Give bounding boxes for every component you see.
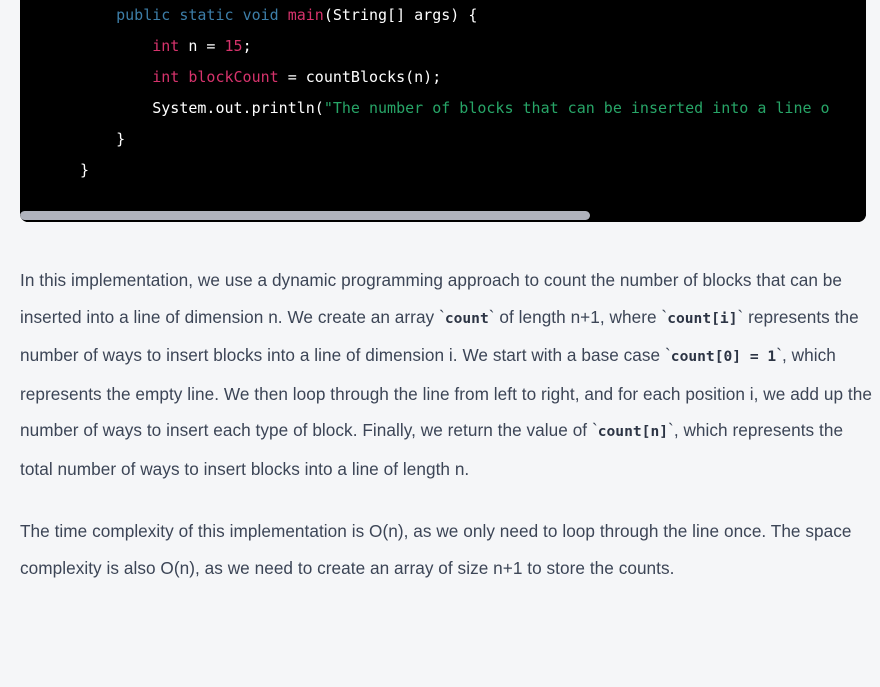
code-token	[170, 6, 179, 24]
code-line: System.out.println("The number of blocks…	[80, 99, 830, 117]
code-token: int	[152, 37, 179, 55]
code-token: int	[152, 68, 179, 86]
paragraph-complexity-explanation: The time complexity of this implementati…	[20, 513, 872, 586]
code-block-scroll-viewport[interactable]: public static void main(String[] args) {…	[20, 0, 866, 222]
code-token: public	[116, 6, 170, 24]
code-token: static	[179, 6, 233, 24]
inline-code: count[i]	[667, 310, 737, 327]
code-content: public static void main(String[] args) {…	[20, 0, 866, 186]
code-line: }	[80, 130, 125, 148]
code-line: public static void main(String[] args) {	[80, 6, 477, 24]
paragraph-text: of length n+1, where	[495, 307, 662, 327]
code-token: blockCount	[188, 68, 278, 86]
code-token: n =	[179, 37, 224, 55]
code-token	[279, 6, 288, 24]
code-token: void	[243, 6, 279, 24]
paragraph-implementation-explanation: In this implementation, we use a dynamic…	[20, 262, 872, 487]
code-line: int n = 15;	[80, 37, 252, 55]
code-token: main	[288, 6, 324, 24]
code-token: 15	[225, 37, 243, 55]
code-horizontal-scrollbar-track[interactable]	[20, 208, 866, 222]
inline-code: count[n]	[598, 423, 668, 440]
paragraph-text: The time complexity of this implementati…	[20, 521, 851, 578]
code-token: System.out.println(	[152, 99, 324, 117]
inline-code: count[0] = 1	[671, 348, 776, 365]
code-token: = countBlocks(n);	[279, 68, 442, 86]
code-token: ;	[243, 37, 252, 55]
page-root: public static void main(String[] args) {…	[0, 0, 880, 687]
inline-code: count	[445, 310, 489, 327]
code-token: }	[116, 130, 125, 148]
code-horizontal-scrollbar-thumb[interactable]	[20, 211, 590, 220]
code-token: (String[] args) {	[324, 6, 478, 24]
code-block: public static void main(String[] args) {…	[20, 0, 866, 222]
code-line: }	[80, 161, 89, 179]
code-line: int blockCount = countBlocks(n);	[80, 68, 441, 86]
explanation-prose: In this implementation, we use a dynamic…	[20, 262, 872, 586]
code-token: "The number of blocks that can be insert…	[324, 99, 830, 117]
code-token: }	[80, 161, 89, 179]
code-token	[234, 6, 243, 24]
